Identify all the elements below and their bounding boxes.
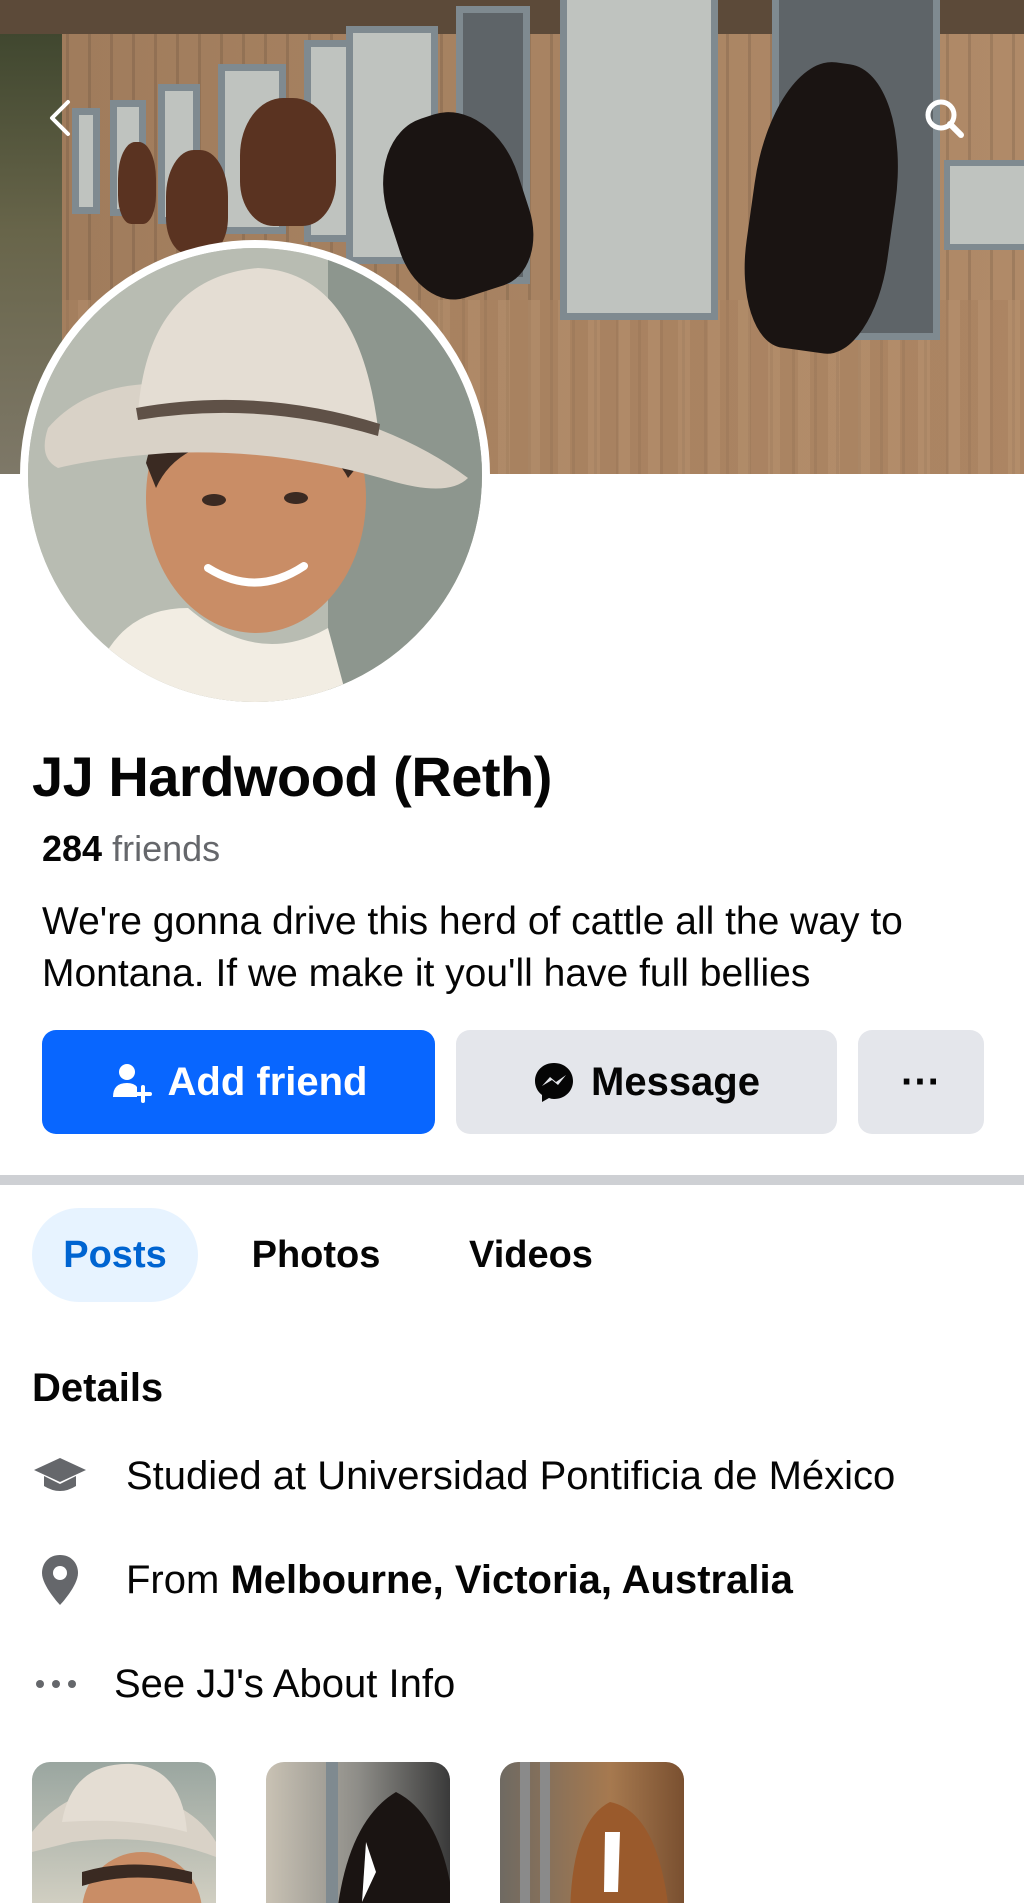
stable-window [560, 0, 718, 320]
ellipsis-icon: ··· [901, 1059, 941, 1104]
chevron-left-icon[interactable] [40, 96, 84, 140]
location-pin-icon [32, 1552, 104, 1608]
tab-posts[interactable]: Posts [32, 1208, 198, 1302]
horse [240, 98, 336, 226]
ellipsis-icon [32, 1656, 104, 1712]
person-plus-icon [112, 1064, 152, 1103]
tab-videos[interactable]: Videos [448, 1208, 614, 1302]
profile-bio: We're gonna drive this herd of cattle al… [42, 900, 903, 995]
section-divider [0, 1175, 1024, 1185]
detail-education: Studied at Universidad Pontificia de Méx… [32, 1448, 895, 1504]
horse [118, 142, 156, 224]
message-button[interactable]: Message [456, 1030, 837, 1134]
search-icon[interactable] [922, 96, 966, 140]
message-label: Message [591, 1059, 760, 1104]
profile-avatar[interactable] [20, 240, 490, 710]
horse [166, 150, 228, 254]
photo-thumbnail[interactable] [500, 1762, 684, 1903]
friends-count[interactable]: 284 friends [42, 828, 220, 870]
detail-location: From Melbourne, Victoria, Australia [32, 1552, 793, 1608]
profile-photo [28, 248, 482, 702]
messenger-icon [535, 1063, 573, 1102]
from-prefix: From [126, 1557, 220, 1602]
education-text: Studied at Universidad Pontificia de Méx… [126, 1453, 896, 1498]
friends-number: 284 [42, 828, 103, 869]
cowboy-portrait [28, 248, 482, 702]
add-friend-label: Add friend [167, 1059, 368, 1104]
hometown-link[interactable]: Melbourne, Victoria, Australia [230, 1558, 792, 1603]
details-heading: Details [32, 1366, 164, 1410]
tab-photos[interactable]: Photos [232, 1208, 400, 1302]
stable-window [944, 160, 1024, 250]
see-about-info-link[interactable]: See JJ's About Info [32, 1656, 455, 1712]
photo-thumbnail[interactable] [32, 1762, 216, 1903]
profile-name: JJ Hardwood (Reth) [32, 745, 552, 808]
photo-thumbnail[interactable] [266, 1762, 450, 1903]
about-info-label: See JJ's About Info [114, 1661, 456, 1706]
more-options-button[interactable]: ··· [858, 1030, 984, 1134]
graduation-cap-icon [32, 1448, 104, 1504]
friends-label: friends [112, 828, 221, 869]
add-friend-button[interactable]: Add friend [42, 1030, 435, 1134]
